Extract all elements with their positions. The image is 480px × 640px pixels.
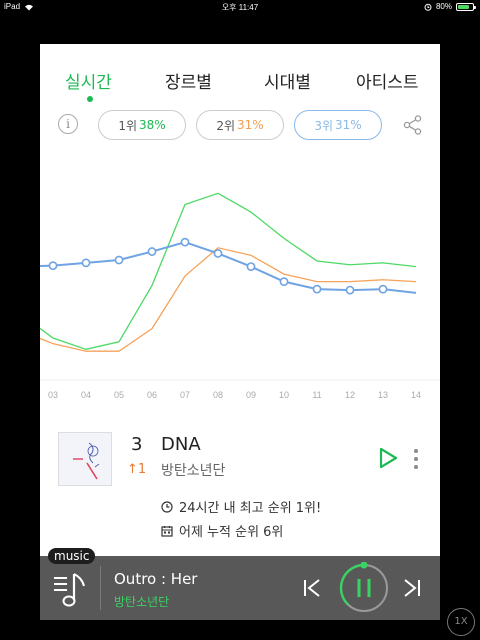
x-tick-label: 08 xyxy=(213,390,223,400)
battery-percent: 80% xyxy=(435,2,452,11)
cumulative-rank-info: 어제 누적 순위 6위 xyxy=(161,521,283,540)
rank2-label: 2위 xyxy=(216,118,235,133)
mini-player: music Outro : Her 방탄소년단 xyxy=(40,548,440,620)
data-point[interactable] xyxy=(246,262,256,271)
realtime-rank-chart: 03 04 05 06 07 08 09 10 11 12 13 14 xyxy=(40,152,440,412)
data-point[interactable] xyxy=(48,261,58,271)
x-tick-label: 14 xyxy=(411,390,421,400)
calendar-icon xyxy=(161,525,173,537)
best-rank-text: 24시간 내 최고 순위 1위! xyxy=(179,501,322,516)
tab-artist[interactable]: 아티스트 xyxy=(356,68,419,93)
x-tick-label: 13 xyxy=(378,390,388,400)
now-playing-title[interactable]: Outro : Her xyxy=(114,570,197,588)
data-point[interactable] xyxy=(378,284,388,294)
app-window: 실시간 장르별 시대별 아티스트 i 1위 38% 2위 31% 3위 31% … xyxy=(40,44,440,620)
series-line-1 xyxy=(40,192,417,350)
next-icon[interactable] xyxy=(402,578,422,598)
tab-era[interactable]: 시대별 xyxy=(264,68,311,93)
rank1-label: 1위 xyxy=(118,118,137,133)
data-point[interactable] xyxy=(345,285,355,295)
player-divider xyxy=(100,566,101,610)
now-playing-artist[interactable]: 방탄소년단 xyxy=(114,593,169,610)
playback-speed-button[interactable]: 1X xyxy=(447,608,475,636)
playback-progress-knob xyxy=(360,562,368,569)
clock-icon xyxy=(161,500,173,513)
rank3-percent: 31% xyxy=(335,118,362,132)
album-art[interactable] xyxy=(58,432,112,486)
info-icon[interactable]: i xyxy=(58,114,78,134)
chart-svg: 03 04 05 06 07 08 09 10 11 12 13 14 xyxy=(40,192,440,400)
pause-icon[interactable] xyxy=(338,562,390,614)
x-tick-label: 06 xyxy=(147,390,157,400)
status-bar: iPad 오후 11:47 80% xyxy=(0,0,480,14)
album-art-image xyxy=(59,433,111,485)
tab-realtime[interactable]: 실시간 xyxy=(65,68,112,93)
status-time: 오후 11:47 xyxy=(221,3,259,12)
song-title: DNA xyxy=(161,434,201,455)
rank2-percent: 31% xyxy=(237,118,264,132)
song-artist: 방탄소년단 xyxy=(161,463,226,479)
rank3-label: 3위 xyxy=(314,118,333,133)
share-icon[interactable] xyxy=(402,114,424,136)
x-tick-label: 12 xyxy=(345,390,355,400)
x-tick-label: 05 xyxy=(114,390,124,400)
music-badge: music xyxy=(48,548,96,564)
best-rank-info: 24시간 내 최고 순위 1위! xyxy=(161,497,321,516)
active-tab-indicator xyxy=(87,96,93,102)
previous-icon[interactable] xyxy=(302,578,322,598)
rank3-pill[interactable]: 3위 31% xyxy=(294,110,382,140)
chart-tab-bar: 실시간 장르별 시대별 아티스트 xyxy=(40,44,440,108)
song-entry[interactable]: 3 ↑1 DNA 방탄소년단 24시간 내 최고 순위 1위! 어제 누적 순위… xyxy=(40,424,440,544)
rank1-pill[interactable]: 1위 38% xyxy=(98,110,186,140)
x-tick-label: 10 xyxy=(279,390,289,400)
data-point[interactable] xyxy=(312,284,322,294)
battery-icon xyxy=(456,2,476,11)
rank2-pill[interactable]: 2위 31% xyxy=(196,110,284,140)
play-icon[interactable] xyxy=(378,447,398,469)
data-point[interactable] xyxy=(180,237,190,247)
series-line-2 xyxy=(40,247,417,352)
data-point[interactable] xyxy=(279,277,289,287)
cumulative-rank-text: 어제 누적 순위 6위 xyxy=(179,525,284,540)
data-point[interactable] xyxy=(114,255,124,265)
battery-level-fill xyxy=(458,4,470,9)
playlist-music-icon[interactable] xyxy=(52,566,92,610)
tab-genre[interactable]: 장르별 xyxy=(165,68,212,93)
playback-progress-arc xyxy=(339,563,365,606)
data-point[interactable] xyxy=(81,258,91,268)
rank-filter-row: i 1위 38% 2위 31% 3위 31% xyxy=(40,110,440,144)
x-tick-label: 07 xyxy=(180,390,190,400)
x-tick-label: 09 xyxy=(246,390,256,400)
rank1-percent: 38% xyxy=(139,118,166,132)
more-icon[interactable] xyxy=(412,446,420,472)
data-point[interactable] xyxy=(213,249,223,258)
status-right: 80% xyxy=(424,2,476,11)
alarm-icon xyxy=(424,3,432,11)
x-tick-label: 04 xyxy=(81,390,91,400)
song-rank: 3 xyxy=(131,434,143,455)
x-tick-label: 11 xyxy=(312,390,321,400)
rank-change: ↑1 xyxy=(127,462,147,477)
x-tick-label: 03 xyxy=(48,390,58,400)
data-point[interactable] xyxy=(147,247,157,256)
